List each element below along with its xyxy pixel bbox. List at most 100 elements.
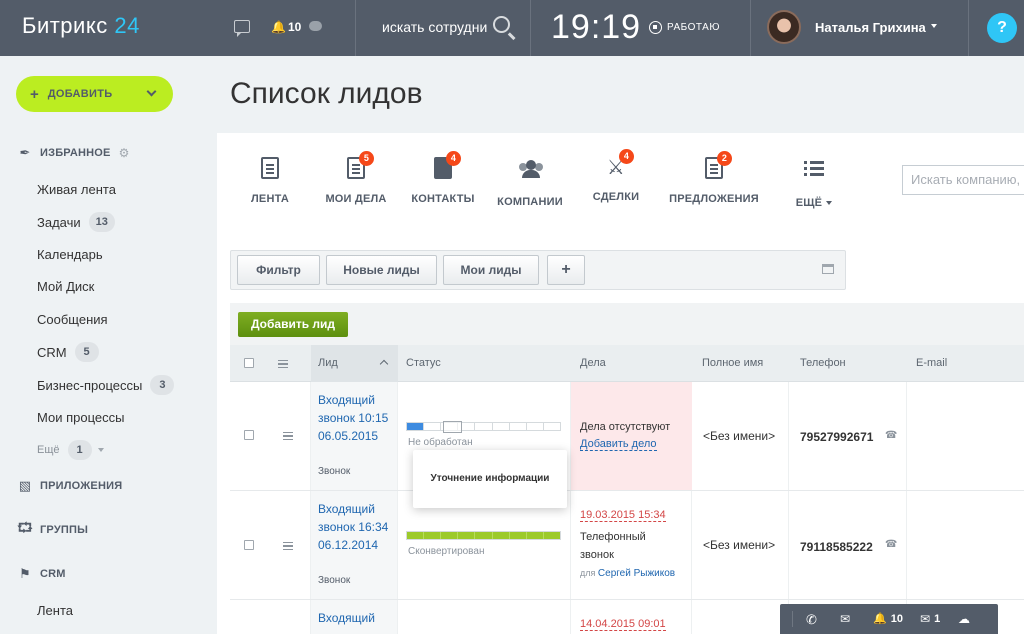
status-step[interactable] xyxy=(407,423,425,430)
status-step[interactable] xyxy=(492,423,510,430)
contact-card-icon: 4 xyxy=(431,151,461,183)
tab-my-activities[interactable]: 5 МОИ ДЕЛА xyxy=(325,151,387,205)
sidebar-item-crm-feed[interactable]: Лента xyxy=(37,603,73,618)
tab-deals[interactable]: ⚔ 4 СДЕЛКИ xyxy=(591,149,641,203)
table-row[interactable]: Входящий звонок 10:15 06.05.2015 Звонок … xyxy=(230,382,1024,491)
status-step[interactable] xyxy=(458,532,476,539)
row-checkbox[interactable] xyxy=(244,540,254,550)
bell-icon[interactable]: 🔔 xyxy=(271,20,286,34)
phone-icon[interactable]: ☎ xyxy=(885,430,897,441)
help-button[interactable]: ? xyxy=(987,13,1017,43)
chevron-down-icon xyxy=(146,86,157,97)
add-button[interactable]: + ДОБАВИТЬ xyxy=(16,76,173,112)
search-input[interactable]: искать сотрудни xyxy=(382,19,487,35)
apps-header[interactable]: ▧ ПРИЛОЖЕНИЯ xyxy=(18,478,122,493)
status-step[interactable] xyxy=(475,532,493,539)
status-step[interactable] xyxy=(543,423,560,430)
employee-search[interactable]: искать сотрудни xyxy=(355,0,529,56)
bitrix24-logo[interactable]: Битрикс 24 xyxy=(22,13,140,39)
sidebar-more[interactable]: Ещё 1 xyxy=(37,440,104,460)
status-step[interactable] xyxy=(509,532,527,539)
sidebar-item-calendar[interactable]: Календарь xyxy=(37,247,103,262)
column-email[interactable]: E-mail xyxy=(916,357,947,369)
status-step-marker[interactable] xyxy=(443,421,462,433)
logo-number: 24 xyxy=(114,13,140,38)
status-step[interactable] xyxy=(424,532,442,539)
status-step[interactable] xyxy=(526,532,544,539)
status-progress-bar[interactable] xyxy=(406,422,561,431)
status-step[interactable] xyxy=(424,423,442,430)
column-activities[interactable]: Дела xyxy=(580,357,606,369)
sidebar-item-messages[interactable]: Сообщения xyxy=(37,312,108,327)
lead-link[interactable]: Входящий звонок 10:15 06.05.2015 xyxy=(318,391,398,445)
responsible-link[interactable]: Сергей Рыжиков xyxy=(598,568,675,579)
row-checkbox[interactable] xyxy=(244,430,254,440)
activity-date[interactable]: 19.03.2015 15:34 xyxy=(580,509,666,522)
column-lead[interactable]: Лид xyxy=(318,357,338,369)
gear-icon[interactable]: ⚙ xyxy=(119,146,130,160)
new-leads-button[interactable]: Новые лиды xyxy=(326,255,437,285)
sidebar-item-crm[interactable]: CRM 5 xyxy=(37,342,99,362)
table-row[interactable]: Входящий звонок 16:34 06.12.2014 Звонок … xyxy=(230,491,1024,600)
favorites-header[interactable]: ✒ ИЗБРАННОЕ ⚙ xyxy=(18,145,130,160)
cloud-icon[interactable]: ☁ xyxy=(958,612,970,626)
user-menu[interactable]: Наталья Грихина xyxy=(750,0,968,56)
sidebar-item-my-disk[interactable]: Мой Диск xyxy=(37,279,94,294)
tab-more[interactable]: ЕЩЁ xyxy=(793,155,835,209)
my-leads-button[interactable]: Мои лиды xyxy=(443,255,539,285)
activity-title[interactable]: Телефонный звонок xyxy=(580,528,670,564)
chat-icon[interactable]: ✉ xyxy=(840,612,850,626)
notifications-button[interactable]: 🔔 10 xyxy=(873,612,903,626)
status-step[interactable] xyxy=(543,532,560,539)
sidebar-item-live-feed[interactable]: Живая лента xyxy=(37,182,116,197)
crm-header[interactable]: ⚑ CRM xyxy=(18,566,66,581)
tab-quotes[interactable]: 2 ПРЕДЛОЖЕНИЯ xyxy=(668,151,760,205)
company-search-input[interactable]: Искать компанию, xyxy=(902,165,1024,195)
chat-icon[interactable] xyxy=(234,20,250,37)
cloud-icon[interactable] xyxy=(309,21,322,31)
status-step[interactable] xyxy=(441,532,459,539)
handshake-icon: ⚔ 4 xyxy=(604,149,634,181)
lead-link[interactable]: Входящий xyxy=(318,609,398,627)
add-lead-button[interactable]: Добавить лид xyxy=(238,312,348,337)
status-step[interactable] xyxy=(526,423,544,430)
user-name[interactable]: Наталья Грихина xyxy=(815,20,926,35)
work-status[interactable]: РАБОТАЮ xyxy=(667,22,720,33)
select-all-checkbox[interactable] xyxy=(244,358,254,368)
tab-companies[interactable]: КОМПАНИИ xyxy=(497,155,563,208)
notifications-count[interactable]: 10 xyxy=(288,20,301,34)
sidebar-item-my-processes[interactable]: Мои процессы xyxy=(37,410,124,425)
bell-icon: 🔔 xyxy=(873,613,887,625)
filter-button[interactable]: Фильтр xyxy=(237,255,320,285)
lead-link[interactable]: Входящий звонок 16:34 06.12.2014 xyxy=(318,500,398,554)
activity-date[interactable]: 14.04.2015 09:01 xyxy=(580,618,666,631)
phone-icon[interactable]: ☎ xyxy=(885,539,897,550)
timeman-block[interactable]: 19:19 РАБОТАЮ xyxy=(530,0,750,56)
phone-number[interactable]: 79527992671 xyxy=(800,430,873,444)
search-icon[interactable] xyxy=(493,16,510,33)
column-settings-icon[interactable] xyxy=(278,360,288,368)
tab-contacts[interactable]: 4 КОНТАКТЫ xyxy=(411,151,475,205)
sidebar-item-tasks[interactable]: Задачи 13 xyxy=(37,212,115,232)
column-status[interactable]: Статус xyxy=(406,357,441,369)
chevron-down-icon[interactable] xyxy=(931,24,937,28)
status-step[interactable] xyxy=(509,423,527,430)
status-step[interactable] xyxy=(475,423,493,430)
row-menu-icon[interactable] xyxy=(283,542,293,550)
messages-button[interactable]: ✉ 1 xyxy=(920,612,940,626)
add-filter-button[interactable]: + xyxy=(547,255,585,285)
collapse-icon[interactable] xyxy=(822,264,834,274)
phone-icon[interactable]: ✆ xyxy=(806,612,817,628)
column-phone[interactable]: Телефон xyxy=(800,357,846,369)
sidebar-item-business-processes[interactable]: Бизнес-процессы 3 xyxy=(37,375,175,395)
groups-header[interactable]: ⮔ ГРУППЫ xyxy=(17,520,88,537)
status-progress-bar[interactable] xyxy=(406,531,561,540)
add-activity-link[interactable]: Добавить дело xyxy=(580,438,657,451)
avatar[interactable] xyxy=(767,10,801,44)
tab-feed[interactable]: ЛЕНТА xyxy=(245,155,295,205)
phone-number[interactable]: 79118585222 xyxy=(800,540,873,554)
column-full-name[interactable]: Полное имя xyxy=(702,357,763,369)
row-menu-icon[interactable] xyxy=(283,432,293,440)
status-step[interactable] xyxy=(407,532,425,539)
status-step[interactable] xyxy=(492,532,510,539)
